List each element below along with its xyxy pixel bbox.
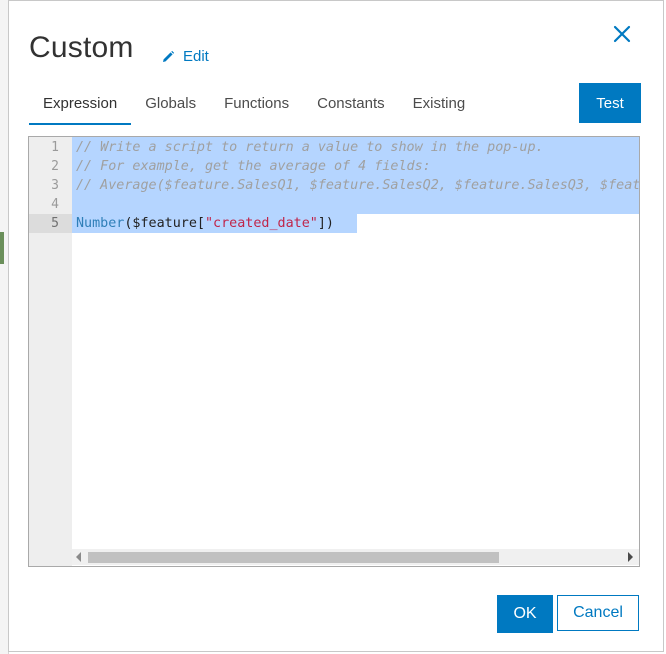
edit-link-label: Edit (183, 48, 209, 65)
expression-tabs: Expression Globals Functions Constants E… (29, 85, 479, 125)
code-line: // For example, get the average of 4 fie… (76, 159, 431, 174)
custom-expression-dialog: Custom Edit Expression Globals Functions… (8, 0, 664, 652)
tab-constants[interactable]: Constants (303, 85, 399, 123)
line-number-gutter: 1 2 3 4 5 (29, 137, 72, 566)
scroll-right-icon[interactable] (628, 552, 633, 562)
scrollbar-thumb[interactable] (88, 552, 499, 563)
horizontal-scrollbar[interactable] (72, 549, 639, 565)
code-editor[interactable]: 1 2 3 4 5 // Write a script to return a … (28, 136, 640, 567)
line-number: 4 (51, 197, 59, 212)
code-line-current: Number($feature["created_date"]) (72, 214, 334, 233)
cancel-button[interactable]: Cancel (557, 595, 639, 631)
test-button[interactable]: Test (579, 83, 641, 123)
dialog-title: Custom (29, 31, 134, 64)
ok-button[interactable]: OK (497, 595, 553, 633)
scroll-left-icon[interactable] (76, 552, 81, 562)
code-line: // Write a script to return a value to s… (76, 140, 544, 155)
line-number-current: 5 (29, 214, 72, 233)
close-button[interactable] (609, 21, 635, 47)
line-number: 2 (51, 159, 59, 174)
code-line: // Average($feature.SalesQ1, $feature.Sa… (76, 178, 639, 193)
close-icon (613, 25, 631, 43)
code-token-plain: ]) (317, 216, 334, 231)
code-token-string: "created_date" (205, 216, 318, 231)
tab-expression[interactable]: Expression (29, 85, 132, 125)
line-number: 3 (51, 178, 59, 193)
line-number: 1 (51, 140, 59, 155)
tab-existing[interactable]: Existing (399, 85, 480, 123)
pencil-icon (163, 50, 175, 62)
background-mark (0, 232, 4, 264)
code-token-function: Number (76, 216, 125, 231)
code-text-area[interactable]: // Write a script to return a value to s… (72, 137, 639, 549)
edit-title-link[interactable]: Edit (161, 48, 209, 65)
tab-functions[interactable]: Functions (210, 85, 303, 123)
tab-globals[interactable]: Globals (131, 85, 210, 123)
code-token-plain: ($feature[ (124, 216, 205, 231)
